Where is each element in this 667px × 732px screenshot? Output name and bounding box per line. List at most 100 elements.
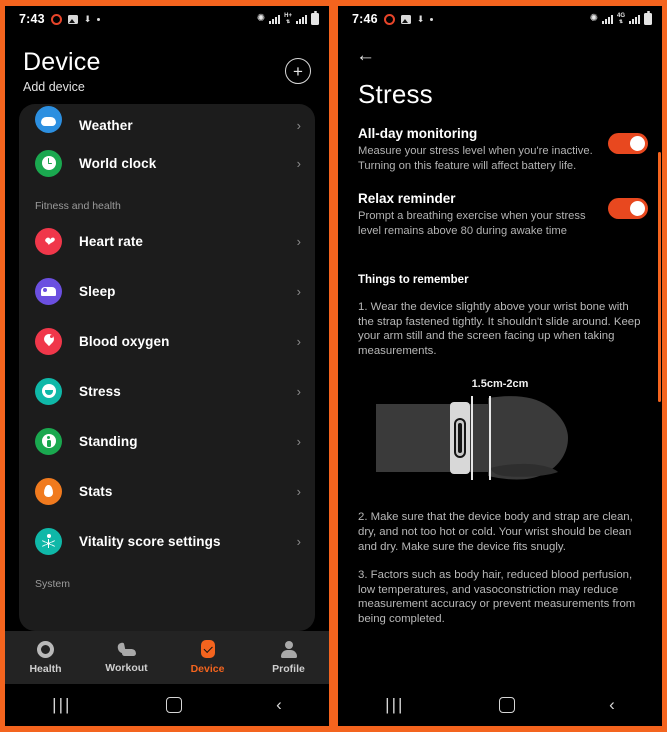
list-item-heart-rate[interactable]: ❤ Heart rate › (19, 216, 315, 266)
dot-icon (97, 17, 101, 21)
recent-apps-button[interactable]: ||| (52, 695, 71, 715)
status-bar: 7:46 ⬇ ✺ 4G ⇅ (338, 6, 662, 32)
section-header-fitness: Fitness and health (35, 200, 121, 212)
clock-icon (35, 149, 62, 177)
setting-description: Measure your stress level when you're in… (358, 145, 593, 172)
home-square-icon[interactable] (498, 697, 515, 713)
setting-description: Prompt a breathing exercise when your st… (358, 210, 586, 237)
wrist-with-band-illustration: 1.5cm-2cm (338, 366, 662, 496)
download-icon: ⬇ (416, 13, 425, 24)
tab-device[interactable]: Device (167, 640, 248, 675)
tab-workout[interactable]: Workout (86, 641, 167, 674)
record-icon (50, 13, 62, 25)
signal-icon-2 (629, 14, 640, 24)
things-to-remember-item-1: 1. Wear the device slightly above your w… (358, 301, 641, 357)
left-phone-screen: 7:43 ⬇ ✺ H+ ⇅ Device Add device + Weathe… (5, 6, 329, 726)
bluetooth-icon: ✺ (589, 13, 598, 24)
android-nav-bar: ||| ‹ (338, 684, 662, 726)
tab-label: Profile (272, 662, 305, 675)
page-title: Device (23, 48, 101, 76)
shoe-icon (118, 641, 136, 657)
chevron-right-icon: › (296, 233, 301, 249)
things-to-remember-item-2: 2. Make sure that the device body and st… (358, 511, 633, 553)
watch-check-icon (200, 640, 215, 658)
bottom-tab-bar: Health Workout Device Profile (5, 631, 329, 684)
chevron-right-icon: › (296, 333, 301, 349)
back-button[interactable]: ‹ (609, 695, 615, 715)
chevron-right-icon: › (296, 155, 301, 171)
signal-icon-1 (269, 14, 281, 24)
things-to-remember-heading: Things to remember (358, 274, 469, 286)
vertical-scrollbar[interactable] (658, 152, 661, 402)
person-icon (280, 640, 297, 658)
signal-icon-2 (296, 14, 307, 24)
list-item-label: Weather (79, 118, 133, 133)
tab-profile[interactable]: Profile (248, 640, 329, 675)
list-item-sleep[interactable]: Sleep › (19, 266, 315, 316)
list-item-label: Sleep (79, 283, 116, 299)
battery-icon (644, 11, 652, 25)
download-icon: ⬇ (83, 13, 92, 24)
right-phone-screen: 7:46 ⬇ ✺ 4G ⇅ ← Stress All-day monitoring (338, 6, 662, 726)
list-item-weather[interactable]: Weather › (19, 104, 315, 138)
standing-person-icon (35, 427, 62, 455)
list-item-label: Stress (79, 383, 121, 399)
list-item-label: World clock (79, 155, 157, 171)
illustration-caption: 1.5cm-2cm (471, 378, 529, 391)
back-button[interactable]: ‹ (276, 695, 282, 715)
setting-all-day-monitoring[interactable]: All-day monitoring Measure your stress l… (338, 126, 662, 173)
heart-icon: ❤ (35, 227, 62, 255)
chevron-right-icon: › (296, 383, 301, 399)
home-square-icon[interactable] (165, 697, 182, 713)
list-item-world-clock[interactable]: World clock › (19, 138, 315, 188)
page-subtitle: Add device (23, 80, 85, 94)
network-type-icon: H+ ⇅ (284, 13, 292, 25)
chevron-right-icon: › (296, 483, 301, 499)
stress-page-body: ← Stress All-day monitoring Measure your… (338, 32, 662, 684)
screenshot-icon (400, 14, 411, 24)
signal-icon-1 (601, 14, 613, 24)
flame-icon (35, 477, 62, 505)
tab-label: Health (29, 662, 62, 675)
setting-title: Relax reminder (358, 191, 456, 206)
status-time: 7:43 (19, 12, 45, 26)
status-time: 7:46 (352, 12, 378, 26)
list-item-blood-oxygen[interactable]: Blood oxygen › (19, 316, 315, 366)
page-title: Stress (358, 79, 433, 109)
android-nav-bar: ||| ‹ (5, 684, 329, 726)
relax-reminder-toggle[interactable] (608, 198, 648, 219)
tab-label: Workout (105, 662, 148, 674)
list-item-label: Blood oxygen (79, 333, 170, 349)
dual-screenshot-frame: 7:43 ⬇ ✺ H+ ⇅ Device Add device + Weathe… (0, 0, 667, 732)
record-icon (383, 13, 395, 25)
tab-label: Device (190, 663, 225, 675)
wrist-illustration-svg (376, 396, 568, 481)
chevron-right-icon: › (296, 283, 301, 299)
chevron-right-icon: › (296, 433, 301, 449)
tab-health[interactable]: Health (5, 640, 86, 675)
setting-relax-reminder[interactable]: Relax reminder Prompt a breathing exerci… (338, 191, 662, 238)
list-item-stress[interactable]: Stress › (19, 366, 315, 416)
battery-icon (311, 11, 319, 25)
list-item-label: Standing (79, 433, 138, 449)
add-device-button[interactable]: + (285, 58, 311, 84)
list-item-vitality-score-settings[interactable]: Vitality score settings › (19, 516, 315, 566)
device-header: Device Add device + (5, 32, 329, 104)
recent-apps-button[interactable]: ||| (385, 695, 404, 715)
list-item-standing[interactable]: Standing › (19, 416, 315, 466)
vitality-icon (35, 527, 62, 555)
health-ring-icon (37, 640, 54, 658)
blood-drop-icon (35, 327, 62, 355)
device-list-card: Weather › World clock › Fitness and heal… (19, 104, 315, 631)
back-arrow-icon[interactable]: ← (338, 32, 662, 65)
list-item-stats[interactable]: Stats › (19, 466, 315, 516)
screenshot-icon (67, 14, 78, 24)
dot-icon (430, 17, 434, 21)
chevron-right-icon: › (296, 118, 301, 133)
list-item-label: Heart rate (79, 233, 144, 249)
section-header-system: System (35, 578, 71, 590)
network-type-icon: 4G ⇅ (616, 13, 625, 25)
bluetooth-icon: ✺ (256, 13, 266, 24)
bed-icon (35, 277, 62, 305)
all-day-monitoring-toggle[interactable] (608, 133, 648, 154)
